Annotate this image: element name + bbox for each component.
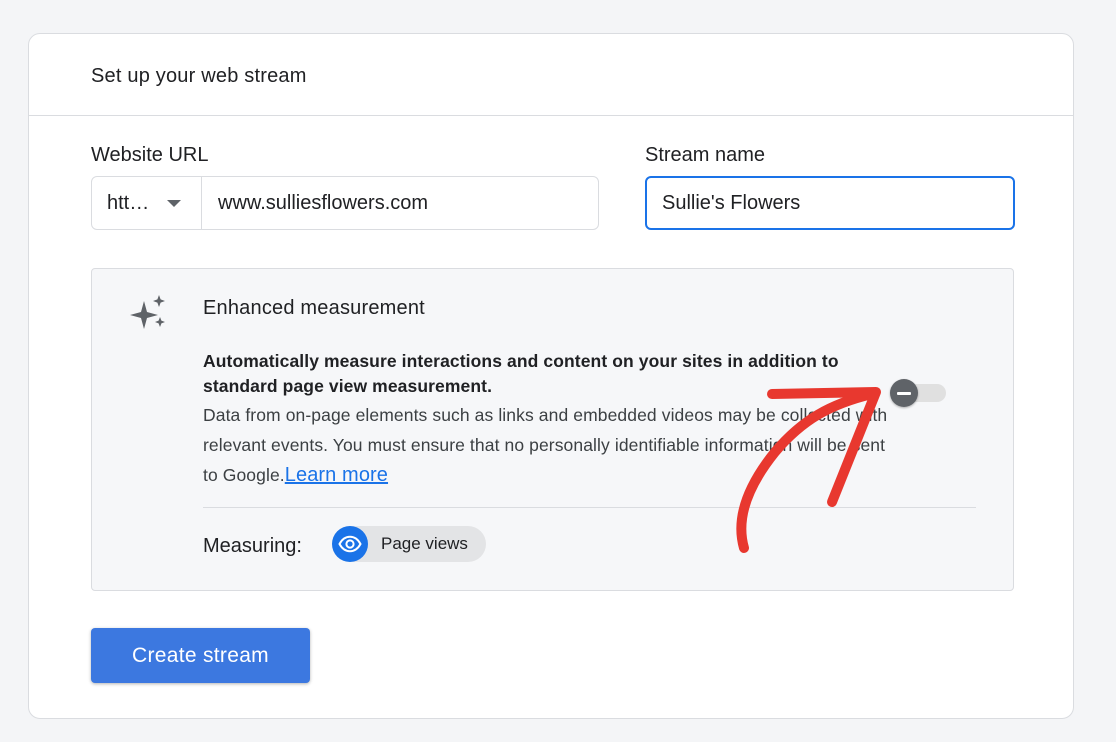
protocol-value: htt…: [107, 191, 150, 214]
stream-name-input[interactable]: [645, 176, 1015, 230]
website-url-group: htt…: [91, 176, 599, 230]
enhanced-measurement-toggle[interactable]: [890, 379, 946, 407]
enhanced-measurement-panel: Enhanced measurement Automatically measu…: [91, 268, 1014, 591]
enhanced-measurement-title: Enhanced measurement: [203, 297, 425, 319]
protocol-select[interactable]: htt…: [92, 177, 202, 229]
enhanced-measurement-description: Data from on-page elements such as links…: [203, 400, 893, 490]
stream-name-label: Stream name: [645, 144, 766, 166]
eye-icon: [332, 526, 368, 562]
enhanced-measurement-summary: Automatically measure interactions and c…: [203, 351, 839, 396]
page-title: Set up your web stream: [91, 65, 307, 87]
web-stream-card: Set up your web stream Website URL htt… …: [28, 33, 1074, 719]
caret-down-icon: [167, 199, 182, 207]
website-url-label: Website URL: [91, 144, 209, 166]
learn-more-link[interactable]: Learn more: [285, 464, 388, 486]
toggle-knob: [890, 379, 918, 407]
divider: [203, 507, 976, 508]
create-stream-button[interactable]: Create stream: [91, 628, 310, 683]
website-url-input[interactable]: [202, 176, 598, 230]
card-header: Set up your web stream: [29, 34, 1073, 116]
sparkle-icon: [130, 295, 165, 329]
page-views-chip: Page views: [332, 526, 486, 562]
measuring-label: Measuring:: [203, 535, 302, 557]
chip-label: Page views: [381, 534, 468, 553]
